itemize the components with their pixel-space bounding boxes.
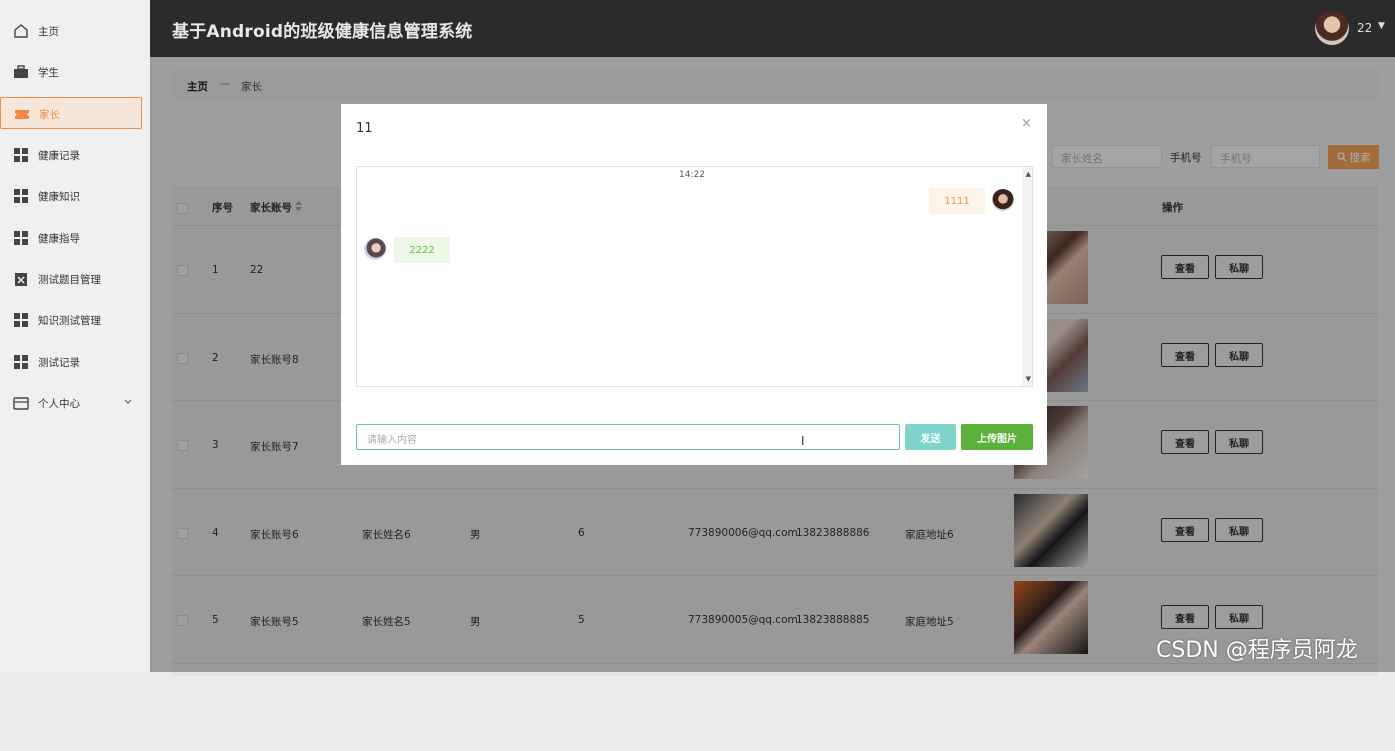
close-icon[interactable]: × bbox=[1021, 116, 1032, 131]
scroll-up-icon[interactable]: ▲ bbox=[1026, 170, 1031, 178]
sidebar-item-students[interactable]: 学生 bbox=[0, 56, 142, 88]
wallet-icon bbox=[13, 397, 29, 410]
text-cursor-icon: I bbox=[801, 434, 805, 448]
sidebar-item-health-guidance[interactable]: 健康指导 bbox=[0, 222, 142, 254]
scroll-down-icon[interactable]: ▼ bbox=[1026, 375, 1031, 383]
app-title: 基于Android的班级健康信息管理系统 bbox=[172, 22, 473, 42]
send-button[interactable]: 发送 bbox=[905, 424, 956, 450]
sidebar-item-test-records[interactable]: 测试记录 bbox=[0, 346, 142, 378]
avatar[interactable] bbox=[1315, 11, 1349, 45]
other-message-bubble: 2222 bbox=[394, 237, 450, 263]
sidebar-item-parents[interactable]: 家长 bbox=[0, 97, 142, 129]
sidebar-item-label: 知识测试管理 bbox=[38, 315, 101, 327]
message-time: 14:22 bbox=[679, 170, 705, 180]
chat-dialog: 11 × 14:22 1111 2222 ▲ ▼ 请输入内容 I 发送 上传图片 bbox=[341, 104, 1047, 465]
top-header: 基于Android的班级健康信息管理系统 22 ▼ bbox=[150, 0, 1395, 57]
watermark: CSDN @程序员阿龙 bbox=[1156, 638, 1358, 663]
home-icon bbox=[14, 24, 28, 38]
caret-down-icon[interactable]: ▼ bbox=[1378, 21, 1385, 31]
sidebar-item-label: 健康记录 bbox=[38, 150, 80, 162]
sidebar-item-profile[interactable]: 个人中心 bbox=[0, 387, 142, 419]
sidebar-item-label: 主页 bbox=[38, 26, 59, 38]
chevron-down-icon bbox=[124, 399, 132, 404]
sidebar-item-label: 学生 bbox=[38, 67, 59, 79]
sidebar-item-label: 测试题目管理 bbox=[38, 274, 101, 286]
sidebar: 主页 学生 家长 健康记录 健康知识 健康指导 测试题目管理 知识测试管理 测试… bbox=[0, 0, 151, 672]
sidebar-item-label: 个人中心 bbox=[38, 398, 80, 410]
upload-image-button[interactable]: 上传图片 bbox=[961, 424, 1033, 450]
ticket-icon bbox=[15, 110, 29, 119]
other-avatar bbox=[364, 238, 386, 260]
briefcase-icon bbox=[14, 65, 28, 78]
clipboard-icon bbox=[15, 273, 27, 286]
scrollbar[interactable]: ▲ ▼ bbox=[1022, 167, 1032, 386]
grid-icon bbox=[14, 189, 28, 203]
my-avatar bbox=[992, 189, 1014, 211]
sidebar-item-label: 测试记录 bbox=[38, 357, 80, 369]
sidebar-item-health-knowledge[interactable]: 健康知识 bbox=[0, 180, 142, 212]
message-input[interactable]: 请输入内容 bbox=[356, 424, 900, 450]
sidebar-item-test-questions[interactable]: 测试题目管理 bbox=[0, 263, 142, 295]
sidebar-item-label: 健康知识 bbox=[38, 191, 80, 203]
table-row bbox=[172, 663, 1378, 751]
sidebar-item-health-records[interactable]: 健康记录 bbox=[0, 139, 142, 171]
sidebar-item-knowledge-tests[interactable]: 知识测试管理 bbox=[0, 304, 142, 336]
dialog-title: 11 bbox=[356, 121, 373, 136]
username[interactable]: 22 bbox=[1357, 21, 1372, 35]
my-message-bubble: 1111 bbox=[929, 188, 985, 214]
sidebar-item-home[interactable]: 主页 bbox=[0, 15, 142, 47]
grid-icon bbox=[14, 148, 28, 162]
sidebar-item-label: 家长 bbox=[39, 109, 60, 121]
grid-icon bbox=[14, 313, 28, 327]
chat-messages[interactable]: 14:22 1111 2222 ▲ ▼ bbox=[356, 166, 1033, 387]
sidebar-item-label: 健康指导 bbox=[38, 233, 80, 245]
grid-icon bbox=[14, 355, 28, 369]
grid-icon bbox=[14, 231, 28, 245]
